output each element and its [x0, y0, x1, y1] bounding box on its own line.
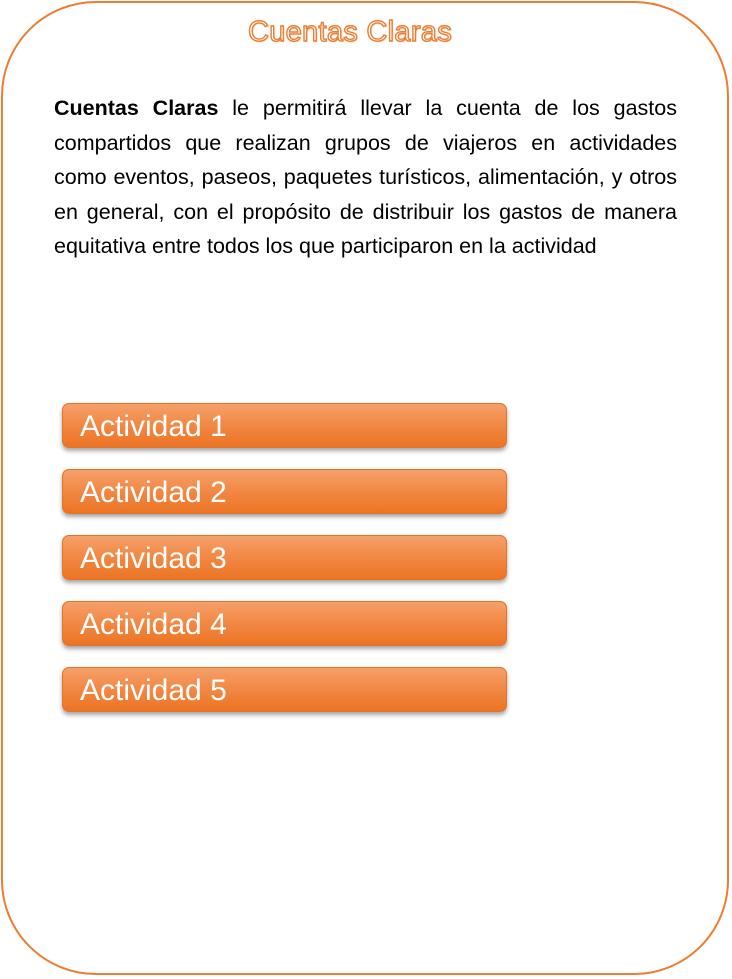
activity-list: Actividad 1 Actividad 2 Actividad 3 Acti… [62, 403, 508, 733]
activity-5-button[interactable]: Actividad 5 [62, 667, 507, 712]
intro-brand-name: Cuentas Claras [54, 96, 219, 120]
activity-2-button[interactable]: Actividad 2 [62, 469, 507, 514]
intro-paragraph: Cuentas Claras le permitirá llevar la cu… [54, 91, 677, 264]
activity-3-button[interactable]: Actividad 3 [62, 535, 507, 580]
app-title: Cuentas Claras [247, 15, 453, 48]
activity-4-button[interactable]: Actividad 4 [62, 601, 507, 646]
activity-1-button[interactable]: Actividad 1 [62, 403, 507, 448]
intro-description: le permitirá llevar la cuenta de los gas… [54, 96, 677, 258]
